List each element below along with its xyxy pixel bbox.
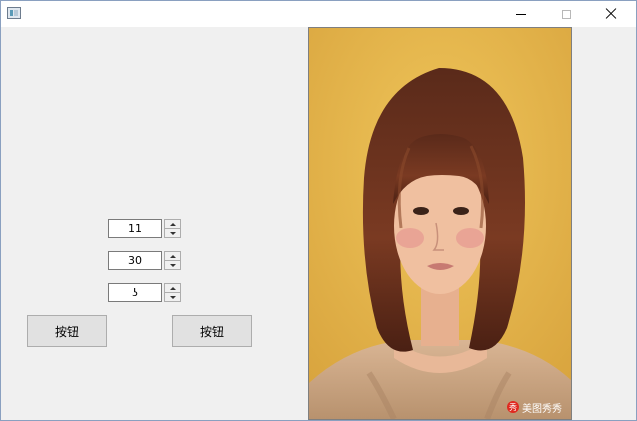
- arrow-up-icon: [169, 286, 176, 290]
- spinbox-3-down-button[interactable]: [165, 293, 180, 301]
- spinbox-1-field[interactable]: 11: [108, 219, 162, 238]
- arrow-up-icon: [169, 222, 176, 226]
- close-icon: [605, 8, 617, 20]
- title-bar[interactable]: [1, 1, 636, 27]
- watermark-text: 美图秀秀: [522, 403, 562, 415]
- button-2[interactable]: 按钮: [172, 315, 252, 347]
- arrow-down-icon: [169, 295, 176, 299]
- meitu-logo-icon: 秀: [507, 401, 519, 413]
- spinbox-3-up-button[interactable]: [165, 284, 180, 293]
- watermark: 秀 美图秀秀: [507, 400, 562, 415]
- maximize-button[interactable]: [543, 1, 589, 27]
- minimize-button[interactable]: [498, 1, 544, 27]
- spinbox-3-field[interactable]: ʖ: [108, 283, 162, 302]
- spinbox-3: ʖ: [108, 283, 181, 302]
- portrait-photo: [309, 28, 571, 419]
- spinbox-2-down-button[interactable]: [165, 261, 180, 269]
- spinbox-2-field[interactable]: 30: [108, 251, 162, 270]
- button-1[interactable]: 按钮: [27, 315, 107, 347]
- photo-image: 秀 美图秀秀: [308, 27, 572, 420]
- app-icon[interactable]: [7, 7, 21, 19]
- arrow-down-icon: [169, 263, 176, 267]
- spinbox-2-up-button[interactable]: [165, 252, 180, 261]
- arrow-up-icon: [169, 254, 176, 258]
- arrow-down-icon: [169, 231, 176, 235]
- spinbox-3-arrows: [164, 283, 181, 302]
- app-window: 11 30 ʖ 按钮 按钮 秀 美图秀秀: [0, 0, 637, 421]
- spinbox-1-down-button[interactable]: [165, 229, 180, 237]
- spinbox-2-arrows: [164, 251, 181, 270]
- spinbox-1-up-button[interactable]: [165, 220, 180, 229]
- spinbox-1-arrows: [164, 219, 181, 238]
- minimize-icon: [516, 13, 526, 15]
- spinbox-1: 11: [108, 219, 181, 238]
- spinbox-2: 30: [108, 251, 181, 270]
- maximize-icon: [561, 9, 571, 19]
- close-button[interactable]: [588, 1, 634, 27]
